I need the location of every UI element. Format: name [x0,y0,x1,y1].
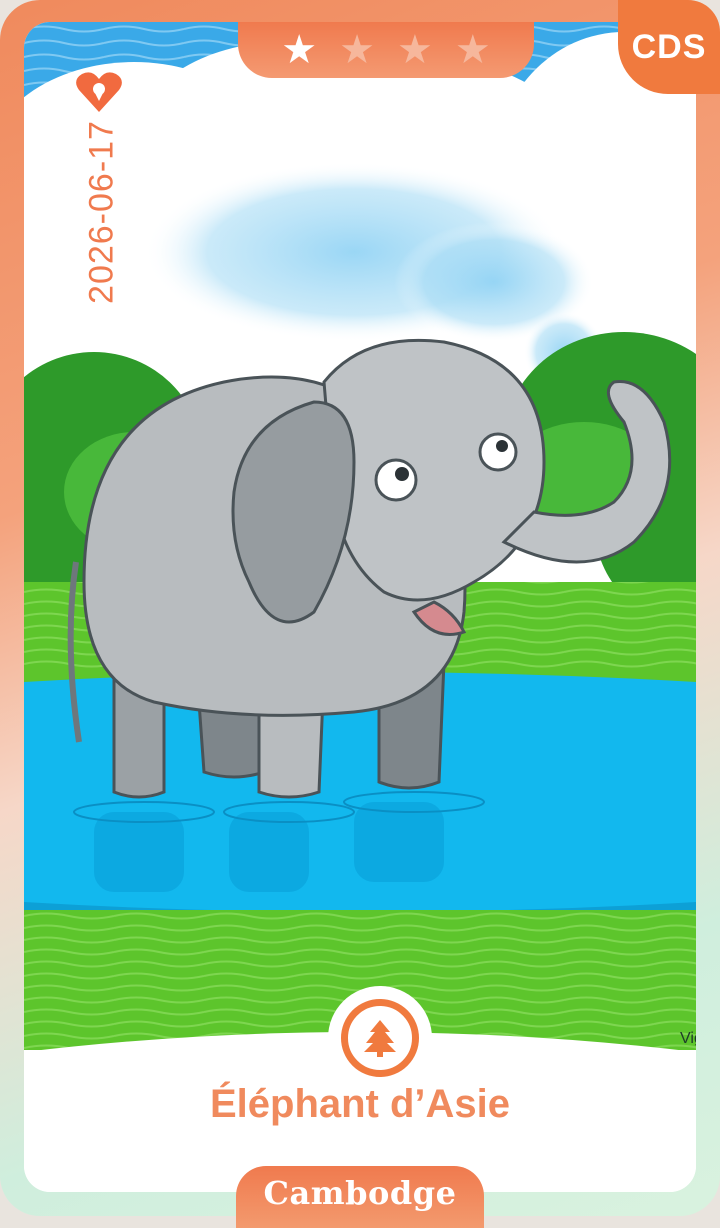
star-filled-icon: ★ [281,27,318,73]
rating-stars: ★ ★ ★ ★ [238,22,534,78]
tree-icon [364,1020,396,1057]
star-empty-icon: ★ [397,27,433,73]
cds-badge[interactable]: CDS [618,0,720,94]
country-label: Cambodge [263,1174,457,1212]
card-artwork[interactable]: ★ ★ ★ ★ 2026-06-17 Vig [24,22,696,1192]
animal-name: Éléphant d’Asie [209,1082,511,1126]
star-empty-icon: ★ [339,27,375,73]
artist-signature: Vig [680,1030,696,1047]
habitat-badge[interactable] [328,986,432,1090]
country-tab[interactable]: Cambodge [236,1166,484,1228]
date-label: 2026-06-17 [82,120,121,304]
heart-location-icon-svg [76,72,122,112]
habitat-ring [341,999,419,1077]
star-empty-icon: ★ [454,27,491,73]
cds-badge-label: CDS [631,27,707,66]
heart-location-icon[interactable] [74,70,124,114]
